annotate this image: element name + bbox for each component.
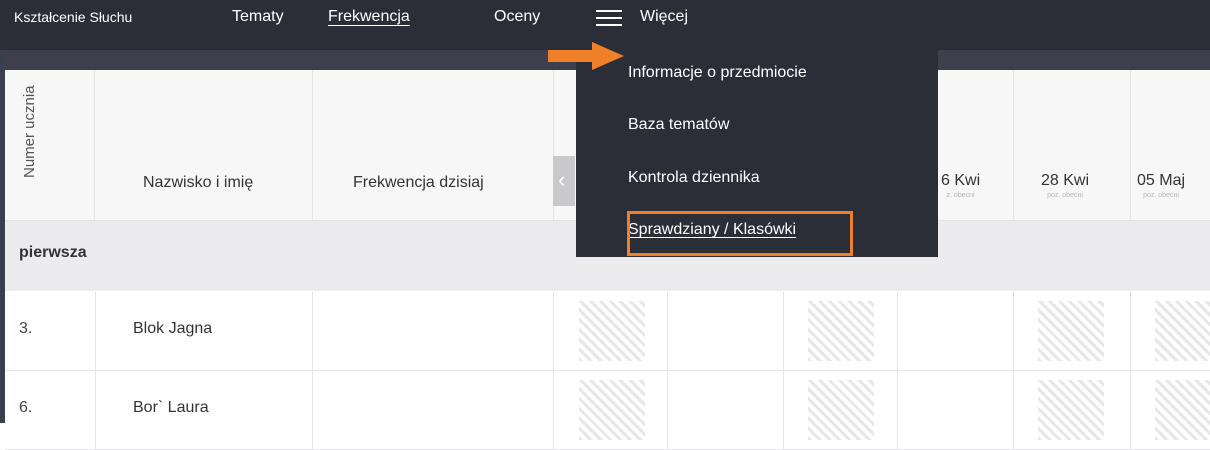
date-label: 05 Maj	[1137, 172, 1186, 189]
empty-attendance-cell[interactable]	[1038, 380, 1104, 440]
more-menu-button[interactable]: Więcej	[640, 0, 688, 34]
table-row[interactable]: 6. Bor` Laura	[5, 371, 1210, 450]
empty-attendance-cell[interactable]	[579, 301, 645, 361]
student-name: Blok Jagna	[133, 320, 213, 337]
header-number-cell: Numer ucznia	[5, 70, 95, 220]
column-divider	[95, 371, 96, 449]
column-divider	[1130, 70, 1131, 220]
column-divider	[1130, 292, 1131, 370]
header-number: Numer ucznia	[21, 85, 38, 178]
date-column-2[interactable]: 28 Kwi poz. obecni	[1041, 172, 1089, 199]
column-divider	[897, 371, 898, 449]
column-divider	[667, 371, 668, 449]
column-divider	[312, 371, 313, 449]
highlight-box	[627, 211, 853, 256]
column-divider	[1013, 292, 1014, 370]
column-divider	[783, 292, 784, 370]
empty-attendance-cell[interactable]	[1155, 301, 1210, 361]
table-row[interactable]: 3. Blok Jagna	[5, 292, 1210, 371]
date-sub: poz. obecni	[1143, 192, 1179, 199]
menu-item-journal-control[interactable]: Kontrola dziennika	[628, 169, 760, 187]
arrow-right-icon	[548, 42, 624, 70]
course-title[interactable]: Kształcenie Słuchu	[14, 0, 132, 34]
column-divider	[312, 70, 313, 220]
empty-attendance-cell[interactable]	[1038, 301, 1104, 361]
empty-attendance-cell[interactable]	[808, 301, 874, 361]
tab-tematy[interactable]: Tematy	[232, 0, 284, 34]
hamburger-icon[interactable]	[596, 10, 622, 26]
date-label: 6 Kwi	[941, 172, 981, 189]
column-divider	[1130, 371, 1131, 449]
student-number: 6.	[19, 399, 33, 416]
column-divider	[783, 371, 784, 449]
date-column-1[interactable]: 6 Kwi z. obecni	[941, 172, 980, 199]
header-name: Nazwisko i imię	[143, 174, 254, 191]
column-divider	[312, 292, 313, 370]
empty-attendance-cell[interactable]	[1155, 380, 1210, 440]
date-label: 28 Kwi	[1041, 172, 1090, 189]
empty-attendance-cell[interactable]	[579, 380, 645, 440]
student-name: Bor` Laura	[133, 399, 209, 416]
date-column-3[interactable]: 05 Maj poz. obecni	[1137, 172, 1185, 199]
student-number: 3.	[19, 320, 33, 337]
column-divider	[1013, 371, 1014, 449]
menu-item-subject-info[interactable]: Informacje o przedmiocie	[628, 64, 807, 82]
tab-oceny[interactable]: Oceny	[494, 0, 540, 34]
date-sub: poz. obecni	[1047, 192, 1083, 199]
menu-item-topic-base[interactable]: Baza tematów	[628, 116, 729, 134]
empty-attendance-cell[interactable]	[808, 380, 874, 440]
column-divider	[553, 371, 554, 449]
column-divider	[1013, 70, 1014, 220]
column-divider	[95, 292, 96, 370]
group-name: pierwsza	[19, 244, 87, 261]
column-divider	[667, 292, 668, 370]
tab-frekwencja[interactable]: Frekwencja	[328, 0, 410, 34]
chevron-left-icon[interactable]	[553, 156, 575, 206]
header-attendance-today: Frekwencja dzisiaj	[353, 174, 484, 191]
column-divider	[553, 292, 554, 370]
column-divider	[897, 292, 898, 370]
date-sub: z. obecni	[946, 192, 975, 199]
